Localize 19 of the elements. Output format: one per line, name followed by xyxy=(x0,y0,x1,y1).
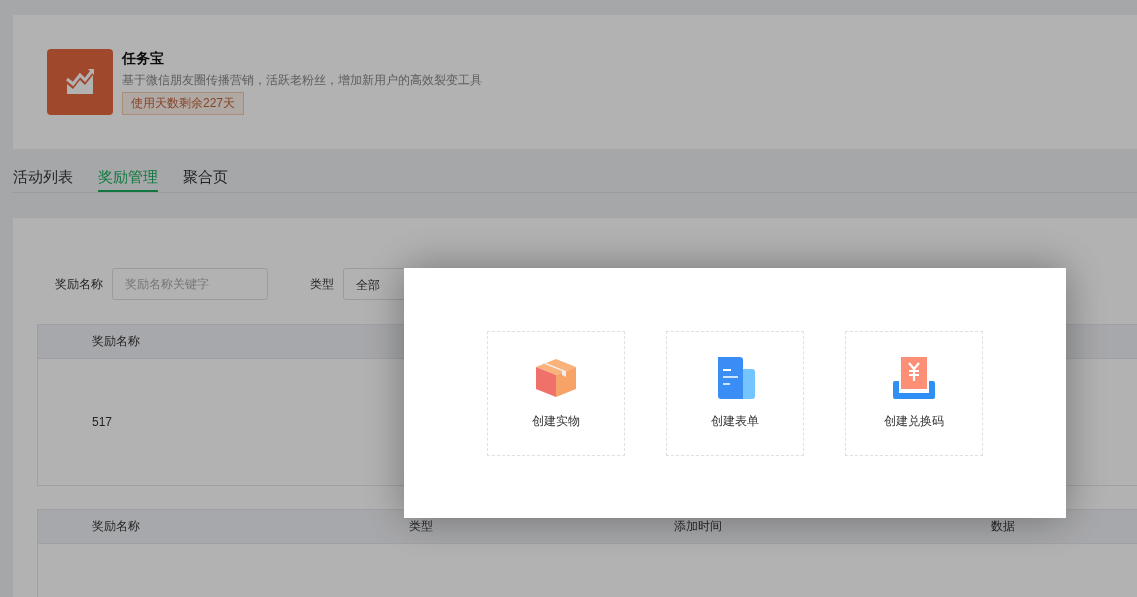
app-title: 任务宝 xyxy=(122,49,165,68)
tab[interactable]: 聚合页 xyxy=(183,168,228,192)
column-header: 添加时间 xyxy=(674,518,723,535)
table-cell-text: 517 xyxy=(92,415,114,429)
rising-chart-icon xyxy=(65,68,95,96)
filter-label: 奖励名称 xyxy=(55,275,103,293)
tab[interactable]: 活动列表 xyxy=(13,168,73,192)
app-description: 基于微信朋友圈传播营销，活跃老粉丝，增加新用户的高效裂变工具 xyxy=(122,71,482,89)
column-header: 类型 xyxy=(409,518,434,535)
days-remaining-badge: 使用天数剩余227天 xyxy=(122,91,245,115)
column-header: 奖励名称 xyxy=(92,518,141,535)
package-box-icon xyxy=(534,356,578,399)
filter-label: 类型 xyxy=(310,275,334,293)
create-option[interactable]: 创建实物 xyxy=(487,330,625,456)
yuan-receipt-icon xyxy=(892,356,936,399)
column-header: 数据 xyxy=(991,518,1016,535)
column-header: 奖励名称 xyxy=(92,333,141,350)
create-option[interactable]: 创建兑换码 xyxy=(845,330,983,456)
create-option[interactable]: 创建表单 xyxy=(666,330,804,456)
